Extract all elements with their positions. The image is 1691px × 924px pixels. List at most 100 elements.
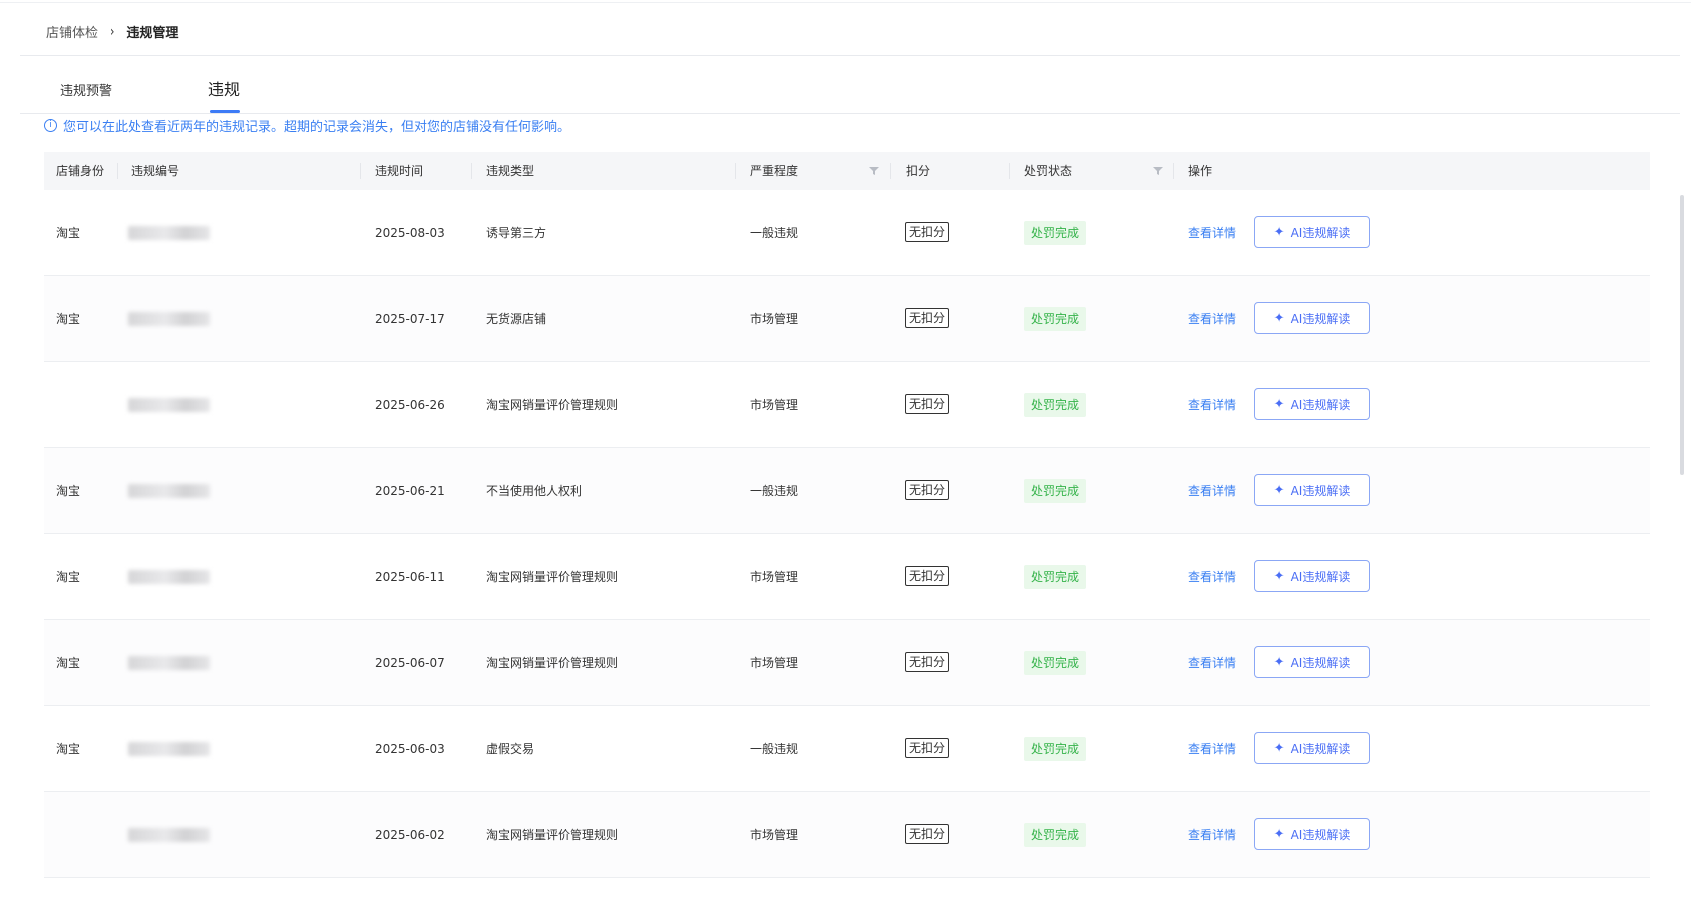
column-header-penalty-status: 处罚状态: [1024, 164, 1073, 178]
type-cell: 淘宝网销量评价管理规则: [486, 828, 619, 842]
status-badge: 处罚完成: [1024, 221, 1087, 245]
view-details-link[interactable]: 查看详情: [1188, 276, 1236, 362]
breadcrumb-divider: [20, 55, 1680, 56]
deduction-tag: 无扣分: [905, 308, 950, 328]
ai-interpret-button[interactable]: ✦ AI违规解读: [1254, 388, 1370, 420]
top-divider: [0, 2, 1691, 3]
info-icon: i: [44, 118, 57, 132]
date-cell: 2025-06-21: [375, 484, 445, 498]
shop-cell: 淘宝: [56, 742, 81, 756]
violation-id-redacted: [128, 570, 210, 584]
status-badge: 处罚完成: [1024, 823, 1087, 847]
column-divider: [1173, 163, 1174, 179]
breadcrumb-current: 违规管理: [126, 25, 179, 41]
shop-cell: 淘宝: [56, 312, 81, 326]
ai-interpret-button[interactable]: ✦ AI违规解读: [1254, 646, 1370, 678]
ai-interpret-button[interactable]: ✦ AI违规解读: [1254, 560, 1370, 592]
severity-cell: 一般违规: [750, 226, 799, 240]
type-cell: 淘宝网销量评价管理规则: [486, 656, 619, 670]
ai-interpret-button[interactable]: ✦ AI违规解读: [1254, 732, 1370, 764]
sparkle-icon: ✦: [1273, 310, 1285, 326]
date-cell: 2025-08-03: [375, 226, 445, 240]
column-header-shop: 店铺身份: [56, 164, 105, 178]
date-cell: 2025-06-07: [375, 656, 445, 670]
shop-cell: 淘宝: [56, 484, 81, 498]
ai-interpret-label: AI违规解读: [1290, 225, 1351, 240]
table-row: 淘宝 2025-06-11 淘宝网销量评价管理规则 市场管理 无扣分 处罚完成 …: [44, 534, 1650, 620]
status-badge: 处罚完成: [1024, 307, 1087, 331]
sparkle-icon: ✦: [1273, 396, 1285, 412]
violation-id-redacted: [128, 398, 210, 412]
severity-cell: 一般违规: [750, 484, 799, 498]
deduction-tag: 无扣分: [905, 394, 950, 414]
ai-interpret-label: AI违规解读: [1290, 397, 1351, 412]
tabs-divider: [20, 113, 1680, 114]
severity-cell: 一般违规: [750, 742, 799, 756]
shop-cell: 淘宝: [56, 226, 81, 240]
ai-interpret-button[interactable]: ✦ AI违规解读: [1254, 818, 1370, 850]
shop-cell: 淘宝: [56, 656, 81, 670]
column-header-deduction: 扣分: [906, 164, 931, 178]
deduction-tag: 无扣分: [905, 480, 950, 500]
column-header-violation-time: 违规时间: [375, 164, 424, 178]
severity-cell: 市场管理: [750, 570, 799, 584]
violation-id-redacted: [128, 656, 210, 670]
severity-cell: 市场管理: [750, 828, 799, 842]
violation-id-redacted: [128, 226, 210, 240]
sparkle-icon: ✦: [1273, 568, 1285, 584]
column-header-violation-id: 违规编号: [131, 164, 180, 178]
ai-interpret-label: AI违规解读: [1290, 827, 1351, 842]
ai-interpret-label: AI违规解读: [1290, 655, 1351, 670]
deduction-tag: 无扣分: [905, 652, 950, 672]
view-details-link[interactable]: 查看详情: [1188, 620, 1236, 706]
column-divider: [890, 163, 891, 179]
date-cell: 2025-07-17: [375, 312, 445, 326]
violation-id-redacted: [128, 484, 210, 498]
type-cell: 诱导第三方: [486, 226, 547, 240]
view-details-link[interactable]: 查看详情: [1188, 792, 1236, 878]
ai-interpret-label: AI违规解读: [1290, 569, 1351, 584]
table-body: 淘宝 2025-08-03 诱导第三方 一般违规 无扣分 处罚完成 查看详情 ✦…: [44, 190, 1650, 878]
ai-interpret-button[interactable]: ✦ AI违规解读: [1254, 474, 1370, 506]
vertical-scrollbar[interactable]: [1680, 195, 1684, 475]
tab-bar: 违规预警 违规: [20, 70, 1680, 115]
column-header-violation-type: 违规类型: [486, 164, 535, 178]
date-cell: 2025-06-26: [375, 398, 445, 412]
ai-interpret-button[interactable]: ✦ AI违规解读: [1254, 302, 1370, 334]
tab-violation-warning[interactable]: 违规预警: [60, 80, 112, 99]
table-row: 淘宝 2025-07-17 无货源店铺 市场管理 无扣分 处罚完成 查看详情 ✦…: [44, 276, 1650, 362]
view-details-link[interactable]: 查看详情: [1188, 362, 1236, 448]
sparkle-icon: ✦: [1273, 740, 1285, 756]
breadcrumb-parent-link[interactable]: 店铺体检: [46, 22, 98, 41]
column-divider: [471, 163, 472, 179]
view-details-link[interactable]: 查看详情: [1188, 534, 1236, 620]
sparkle-icon: ✦: [1273, 826, 1285, 842]
severity-cell: 市场管理: [750, 312, 799, 326]
column-divider: [735, 163, 736, 179]
table-row: 淘宝 2025-06-21 不当使用他人权利 一般违规 无扣分 处罚完成 查看详…: [44, 448, 1650, 534]
sparkle-icon: ✦: [1273, 224, 1285, 240]
column-divider: [360, 163, 361, 179]
date-cell: 2025-06-11: [375, 570, 445, 584]
violation-id-redacted: [128, 828, 210, 842]
date-cell: 2025-06-03: [375, 742, 445, 756]
view-details-link[interactable]: 查看详情: [1188, 706, 1236, 792]
column-divider: [117, 163, 118, 179]
deduction-tag: 无扣分: [905, 566, 950, 586]
filter-icon[interactable]: [1153, 166, 1163, 176]
violation-id-redacted: [128, 312, 210, 326]
column-header-actions: 操作: [1188, 164, 1213, 178]
deduction-tag: 无扣分: [905, 222, 950, 242]
table-row: 2025-06-02 淘宝网销量评价管理规则 市场管理 无扣分 处罚完成 查看详…: [44, 792, 1650, 878]
chevron-right-icon: ›: [110, 22, 115, 40]
filter-icon[interactable]: [869, 166, 879, 176]
column-divider: [1009, 163, 1010, 179]
ai-interpret-label: AI违规解读: [1290, 311, 1351, 326]
tab-violation[interactable]: 违规: [208, 76, 240, 100]
view-details-link[interactable]: 查看详情: [1188, 448, 1236, 534]
breadcrumb: 店铺体检 › 违规管理: [46, 20, 178, 42]
ai-interpret-button[interactable]: ✦ AI违规解读: [1254, 216, 1370, 248]
view-details-link[interactable]: 查看详情: [1188, 190, 1236, 276]
deduction-tag: 无扣分: [905, 738, 950, 758]
ai-interpret-label: AI违规解读: [1290, 483, 1351, 498]
